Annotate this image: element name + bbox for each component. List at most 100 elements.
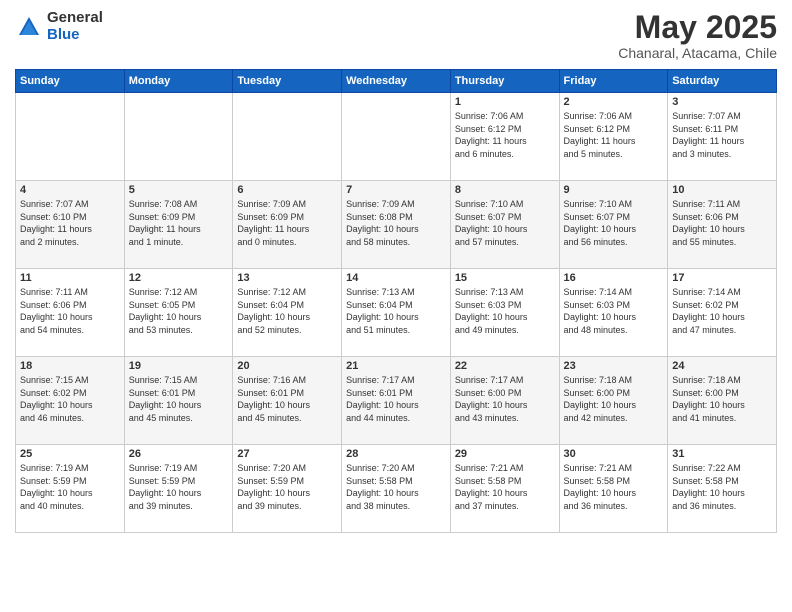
day-info: Sunrise: 7:10 AMSunset: 6:07 PMDaylight:… xyxy=(455,198,555,248)
calendar-cell: 24 Sunrise: 7:18 AMSunset: 6:00 PMDayligh… xyxy=(668,357,777,445)
day-number: 24 xyxy=(672,360,772,372)
day-number: 13 xyxy=(237,272,337,284)
calendar-cell: 28 Sunrise: 7:20 AMSunset: 5:58 PMDayligh… xyxy=(342,445,451,533)
day-info: Sunrise: 7:20 AMSunset: 5:58 PMDaylight:… xyxy=(346,462,446,512)
day-number: 26 xyxy=(129,448,229,460)
calendar-cell: 3Sunrise: 7:07 AMSunset: 6:11 PMDaylight… xyxy=(668,93,777,181)
calendar-header-saturday: Saturday xyxy=(668,70,777,93)
page: General Blue May 2025 Chanaral, Atacama,… xyxy=(0,0,792,612)
calendar-cell: 20Sunrise: 7:16 AMSunset: 6:01 PMDayligh… xyxy=(233,357,342,445)
calendar-cell: 5Sunrise: 7:08 AMSunset: 6:09 PMDaylight… xyxy=(124,181,233,269)
calendar-cell: 9Sunrise: 7:10 AMSunset: 6:07 PMDaylight… xyxy=(559,181,668,269)
day-info: Sunrise: 7:13 AMSunset: 6:04 PMDaylight:… xyxy=(346,286,446,336)
calendar-table: SundayMondayTuesdayWednesdayThursdayFrid… xyxy=(15,69,777,533)
month-title: May 2025 xyxy=(618,10,777,45)
calendar-cell: 12 Sunrise: 7:12 AMSunset: 6:05 PMDayligh… xyxy=(124,269,233,357)
day-number: 19 xyxy=(129,360,229,372)
calendar-cell: 19 Sunrise: 7:15 AMSunset: 6:01 PMDayligh… xyxy=(124,357,233,445)
day-info: Sunrise: 7:16 AMSunset: 6:01 PMDaylight:… xyxy=(237,374,337,424)
day-info: Sunrise: 7:15 AMSunset: 6:01 PMDaylight:… xyxy=(129,374,229,424)
day-info: Sunrise: 7:18 AMSunset: 6:00 PMDaylight:… xyxy=(564,374,664,424)
calendar-cell: 14 Sunrise: 7:13 AMSunset: 6:04 PMDayligh… xyxy=(342,269,451,357)
calendar-header-thursday: Thursday xyxy=(450,70,559,93)
day-number: 10 xyxy=(672,184,772,196)
calendar-cell: 29 Sunrise: 7:21 AMSunset: 5:58 PMDayligh… xyxy=(450,445,559,533)
day-number: 18 xyxy=(20,360,120,372)
day-info: Sunrise: 7:09 AMSunset: 6:09 PMDaylight:… xyxy=(237,198,337,248)
day-info: Sunrise: 7:21 AMSunset: 5:58 PMDaylight:… xyxy=(455,462,555,512)
day-info: Sunrise: 7:09 AMSunset: 6:08 PMDaylight:… xyxy=(346,198,446,248)
calendar-cell: 11 Sunrise: 7:11 AMSunset: 6:06 PMDayligh… xyxy=(16,269,125,357)
header: General Blue May 2025 Chanaral, Atacama,… xyxy=(15,10,777,61)
day-number: 16 xyxy=(564,272,664,284)
day-number: 25 xyxy=(20,448,120,460)
calendar-week-1: 1 Sunrise: 7:06 AMSunset: 6:12 PMDaylight… xyxy=(16,93,777,181)
day-number: 21 xyxy=(346,360,446,372)
day-info: Sunrise: 7:17 AMSunset: 6:00 PMDaylight:… xyxy=(455,374,555,424)
day-number: 22 xyxy=(455,360,555,372)
calendar-week-5: 25 Sunrise: 7:19 AMSunset: 5:59 PMDayligh… xyxy=(16,445,777,533)
calendar-header-wednesday: Wednesday xyxy=(342,70,451,93)
day-info: Sunrise: 7:13 AMSunset: 6:03 PMDaylight:… xyxy=(455,286,555,336)
logo-icon xyxy=(15,13,43,41)
calendar-cell xyxy=(124,93,233,181)
calendar-cell: 2 Sunrise: 7:06 AMSunset: 6:12 PMDaylight… xyxy=(559,93,668,181)
logo-blue: Blue xyxy=(47,27,103,44)
day-number: 1 xyxy=(455,96,555,108)
calendar-cell: 18 Sunrise: 7:15 AMSunset: 6:02 PMDayligh… xyxy=(16,357,125,445)
day-info: Sunrise: 7:12 AMSunset: 6:05 PMDaylight:… xyxy=(129,286,229,336)
day-number: 14 xyxy=(346,272,446,284)
title-block: May 2025 Chanaral, Atacama, Chile xyxy=(618,10,777,61)
calendar-cell: 26 Sunrise: 7:19 AMSunset: 5:59 PMDayligh… xyxy=(124,445,233,533)
calendar-header-monday: Monday xyxy=(124,70,233,93)
day-info: Sunrise: 7:15 AMSunset: 6:02 PMDaylight:… xyxy=(20,374,120,424)
calendar-cell: 21 Sunrise: 7:17 AMSunset: 6:01 PMDayligh… xyxy=(342,357,451,445)
day-info: Sunrise: 7:17 AMSunset: 6:01 PMDaylight:… xyxy=(346,374,446,424)
day-number: 2 xyxy=(564,96,664,108)
day-info: Sunrise: 7:21 AMSunset: 5:58 PMDaylight:… xyxy=(564,462,664,512)
calendar-cell: 30 Sunrise: 7:21 AMSunset: 5:58 PMDayligh… xyxy=(559,445,668,533)
logo-general: General xyxy=(47,10,103,27)
day-info: Sunrise: 7:20 AMSunset: 5:59 PMDaylight:… xyxy=(237,462,337,512)
day-number: 29 xyxy=(455,448,555,460)
calendar-cell xyxy=(342,93,451,181)
calendar-cell: 23 Sunrise: 7:18 AMSunset: 6:00 PMDayligh… xyxy=(559,357,668,445)
day-number: 28 xyxy=(346,448,446,460)
day-number: 23 xyxy=(564,360,664,372)
calendar-header-row: SundayMondayTuesdayWednesdayThursdayFrid… xyxy=(16,70,777,93)
calendar-cell: 25 Sunrise: 7:19 AMSunset: 5:59 PMDayligh… xyxy=(16,445,125,533)
calendar-cell: 4 Sunrise: 7:07 AMSunset: 6:10 PMDaylight… xyxy=(16,181,125,269)
day-number: 12 xyxy=(129,272,229,284)
calendar-cell: 8 Sunrise: 7:10 AMSunset: 6:07 PMDaylight… xyxy=(450,181,559,269)
calendar-cell: 22 Sunrise: 7:17 AMSunset: 6:00 PMDayligh… xyxy=(450,357,559,445)
day-number: 4 xyxy=(20,184,120,196)
calendar-cell: 31Sunrise: 7:22 AMSunset: 5:58 PMDayligh… xyxy=(668,445,777,533)
day-number: 8 xyxy=(455,184,555,196)
day-info: Sunrise: 7:19 AMSunset: 5:59 PMDaylight:… xyxy=(129,462,229,512)
day-info: Sunrise: 7:18 AMSunset: 6:00 PMDaylight:… xyxy=(672,374,772,424)
calendar-cell: 15Sunrise: 7:13 AMSunset: 6:03 PMDayligh… xyxy=(450,269,559,357)
calendar-week-2: 4 Sunrise: 7:07 AMSunset: 6:10 PMDaylight… xyxy=(16,181,777,269)
calendar-cell: 10Sunrise: 7:11 AMSunset: 6:06 PMDayligh… xyxy=(668,181,777,269)
calendar-cell: 1Sunrise: 7:06 AMSunset: 6:12 PMDaylight… xyxy=(450,93,559,181)
logo-text: General Blue xyxy=(47,10,103,43)
day-info: Sunrise: 7:06 AMSunset: 6:12 PMDaylight:… xyxy=(564,110,664,160)
day-info: Sunrise: 7:10 AMSunset: 6:07 PMDaylight:… xyxy=(564,198,664,248)
day-number: 7 xyxy=(346,184,446,196)
calendar-cell: 17Sunrise: 7:14 AMSunset: 6:02 PMDayligh… xyxy=(668,269,777,357)
day-number: 5 xyxy=(129,184,229,196)
day-number: 17 xyxy=(672,272,772,284)
calendar-week-3: 11 Sunrise: 7:11 AMSunset: 6:06 PMDayligh… xyxy=(16,269,777,357)
day-number: 30 xyxy=(564,448,664,460)
calendar-header-tuesday: Tuesday xyxy=(233,70,342,93)
calendar-cell: 6 Sunrise: 7:09 AMSunset: 6:09 PMDaylight… xyxy=(233,181,342,269)
calendar-cell: 13Sunrise: 7:12 AMSunset: 6:04 PMDayligh… xyxy=(233,269,342,357)
day-info: Sunrise: 7:07 AMSunset: 6:10 PMDaylight:… xyxy=(20,198,120,248)
calendar-cell xyxy=(16,93,125,181)
day-number: 6 xyxy=(237,184,337,196)
day-info: Sunrise: 7:19 AMSunset: 5:59 PMDaylight:… xyxy=(20,462,120,512)
calendar-header-sunday: Sunday xyxy=(16,70,125,93)
day-number: 11 xyxy=(20,272,120,284)
day-info: Sunrise: 7:11 AMSunset: 6:06 PMDaylight:… xyxy=(20,286,120,336)
calendar-cell: 16Sunrise: 7:14 AMSunset: 6:03 PMDayligh… xyxy=(559,269,668,357)
